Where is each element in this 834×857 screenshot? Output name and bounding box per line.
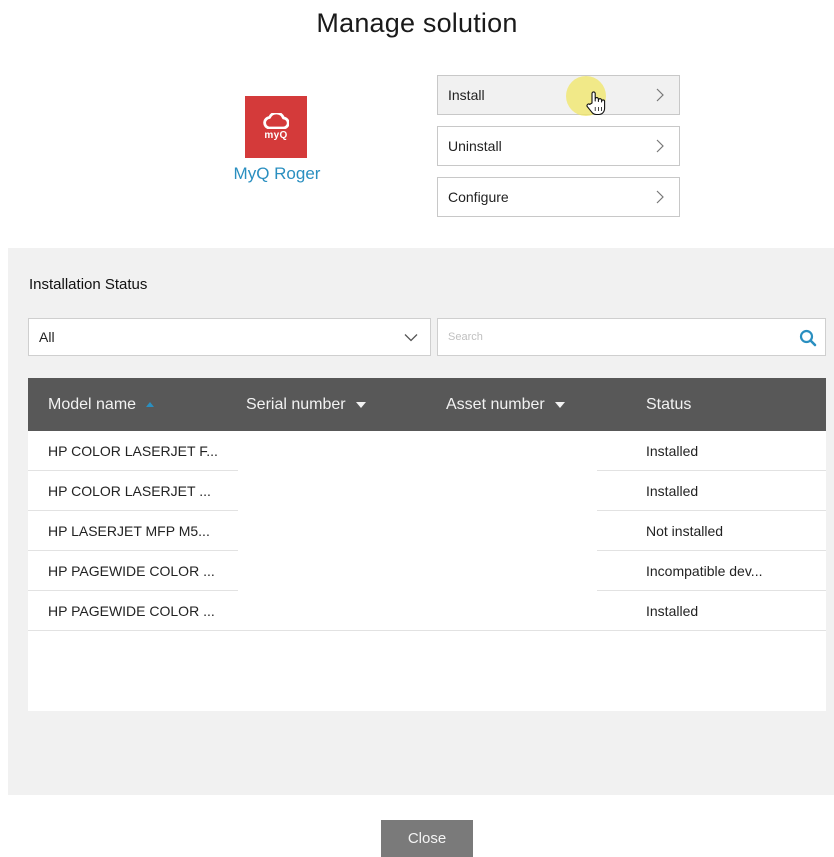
column-label: Model name bbox=[48, 395, 137, 413]
table-header: Model name Serial number Asset number St… bbox=[28, 378, 826, 431]
table-row[interactable]: HP COLOR LASERJET ... Installed bbox=[28, 471, 826, 511]
install-button[interactable]: Install bbox=[437, 75, 680, 115]
chevron-down-icon bbox=[404, 334, 418, 342]
column-header-serial-number[interactable]: Serial number bbox=[246, 378, 366, 431]
column-header-asset-number[interactable]: Asset number bbox=[446, 378, 565, 431]
uninstall-button[interactable]: Uninstall bbox=[437, 126, 680, 166]
installation-status-panel: Installation Status All Model name bbox=[8, 248, 834, 795]
cell-status: Installed bbox=[597, 431, 826, 471]
hand-cursor-icon bbox=[586, 91, 606, 116]
cell-status: Not installed bbox=[597, 511, 826, 551]
installation-status-table: Model name Serial number Asset number St… bbox=[28, 378, 826, 711]
sort-descending-icon bbox=[554, 401, 565, 408]
column-label: Serial number bbox=[246, 395, 346, 413]
install-label: Install bbox=[448, 87, 485, 103]
table-row[interactable]: HP PAGEWIDE COLOR ... Incompatible dev..… bbox=[28, 551, 826, 591]
configure-label: Configure bbox=[448, 189, 509, 205]
cloud-icon bbox=[263, 113, 289, 129]
cell-status: Installed bbox=[597, 591, 826, 631]
search-icon[interactable] bbox=[799, 329, 817, 347]
sort-ascending-icon bbox=[146, 402, 155, 407]
cell-model-name: HP PAGEWIDE COLOR ... bbox=[28, 551, 238, 591]
search-input[interactable] bbox=[438, 319, 778, 355]
cell-model-name: HP LASERJET MFP M5... bbox=[28, 511, 238, 551]
status-filter-value: All bbox=[39, 329, 55, 345]
table-row[interactable]: HP LASERJET MFP M5... Not installed bbox=[28, 511, 826, 551]
table-row[interactable]: HP PAGEWIDE COLOR ... Installed bbox=[28, 591, 826, 631]
sort-descending-icon bbox=[355, 401, 366, 408]
column-label: Status bbox=[646, 395, 692, 413]
cell-status: Incompatible dev... bbox=[597, 551, 826, 591]
cell-model-name: HP COLOR LASERJET ... bbox=[28, 471, 238, 511]
cell-model-name: HP COLOR LASERJET F... bbox=[28, 431, 238, 471]
close-button[interactable]: Close bbox=[381, 820, 473, 857]
status-filter-select[interactable]: All bbox=[28, 318, 431, 356]
logo-text: myQ bbox=[264, 130, 288, 141]
chevron-right-icon bbox=[656, 88, 664, 102]
column-header-status[interactable]: Status bbox=[646, 378, 691, 431]
dialog-title: Manage solution bbox=[316, 8, 518, 38]
chevron-right-icon bbox=[656, 139, 664, 153]
myq-logo: myQ bbox=[245, 96, 307, 158]
column-label: Asset number bbox=[446, 395, 545, 413]
column-header-model-name[interactable]: Model name bbox=[48, 378, 155, 431]
search-box bbox=[437, 318, 826, 356]
installation-status-heading: Installation Status bbox=[29, 276, 148, 293]
chevron-right-icon bbox=[656, 190, 664, 204]
configure-button[interactable]: Configure bbox=[437, 177, 680, 217]
cell-status: Installed bbox=[597, 471, 826, 511]
table-row[interactable]: HP COLOR LASERJET F... Installed bbox=[28, 431, 826, 471]
app-name: MyQ Roger bbox=[233, 164, 321, 183]
uninstall-label: Uninstall bbox=[448, 138, 502, 154]
